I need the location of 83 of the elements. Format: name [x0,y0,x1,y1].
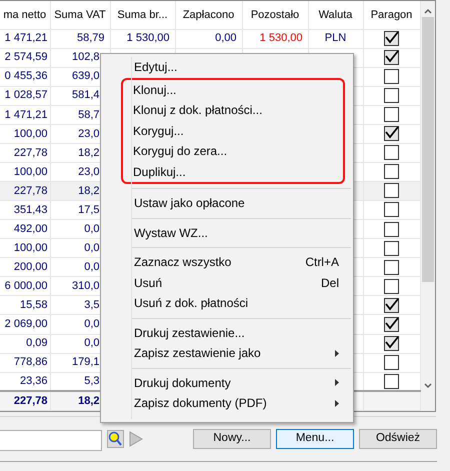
checkbox[interactable] [384,336,399,351]
menu-item-label: Koryguj... [133,122,184,140]
menu-item-label: Usuń [134,274,162,292]
checkbox[interactable] [384,183,399,198]
search-field[interactable] [0,430,102,451]
total-cell: 227,78 [0,391,50,410]
checkbox[interactable] [384,107,399,122]
table-cell: 100,00 [0,124,50,144]
checkbox[interactable] [384,202,399,218]
table-cell: 100,00 [0,238,50,258]
scrollbar[interactable] [420,1,434,411]
table-cell: 1 471,21 [0,105,50,124]
menu-item-label: Edytuj... [134,59,178,76]
menu-item[interactable]: Klonuj... [123,80,343,100]
button[interactable]: Odśwież [359,429,437,449]
table-cell: 351,43 [0,200,50,220]
checkbox[interactable] [384,50,399,65]
menu-item[interactable]: Koryguj... [123,120,343,141]
button[interactable]: Menu... [276,429,354,449]
checkbox[interactable] [384,240,399,256]
shortcut-label: Del [320,274,339,292]
menu-item-label: Klonuj... [133,82,176,99]
table-cell: 0,09 [0,334,50,354]
table-cell: 1 471,21 [0,29,50,48]
checkbox[interactable] [384,316,399,332]
table-cell: 227,78 [0,182,50,201]
search-icon[interactable] [107,430,124,448]
table-cell: 227,78 [0,143,50,162]
checkbox[interactable] [384,164,399,180]
checkbox[interactable] [384,278,399,294]
checkbox[interactable] [384,374,399,389]
menu-item-label: Drukuj dokumenty [134,374,231,392]
menu-item-label: Zapisz zestawienie jako [134,345,261,362]
shortcut-label: Ctrl+A [305,254,339,272]
checkbox[interactable] [384,298,399,313]
menu-item-label: Koryguj do zera... [133,143,228,160]
submenu-arrow-icon [335,400,339,407]
checkbox[interactable] [384,30,399,46]
column-header[interactable]: Suma br... [110,1,175,29]
scroll-up-icon[interactable] [424,8,432,14]
column-header[interactable]: Paragon [363,1,420,29]
menu-item[interactable]: Klonuj z dok. płatności... [123,100,343,120]
table-cell: 0 455,36 [0,67,50,86]
checkbox[interactable] [384,126,399,142]
table-cell: 778,86 [0,353,50,372]
table-cell: 492,00 [0,220,50,239]
checkbox[interactable] [384,260,399,275]
checkbox[interactable] [384,222,399,236]
menu-item[interactable]: Duplikuj... [123,162,343,182]
menu-item-label: Ustaw jako opłacone [134,195,245,212]
column-header[interactable]: Zapłacono [175,1,242,29]
checkbox[interactable] [384,145,399,160]
table-cell: 15,58 [0,296,50,315]
table-cell: 1 028,57 [0,86,50,106]
menu-item-label: Drukuj zestawienie... [134,324,245,342]
menu-item[interactable]: Koryguj do zera... [123,141,343,162]
table-cell: 0,00 [175,29,242,48]
table-cell: 6 000,00 [0,276,50,296]
submenu-arrow-icon [335,350,339,357]
column-header[interactable]: Pozostało [242,1,308,29]
table-cell: 2 574,59 [0,48,50,68]
column-header[interactable]: Waluta [308,1,363,29]
menu-item-label: Wystaw WZ... [134,224,208,242]
menu-item-label: Klonuj z dok. płatności... [133,102,262,120]
column-header[interactable]: Suma VAT [50,1,110,29]
table-cell: 58,79 [50,29,110,48]
table-cell: PLN [308,29,363,48]
table-cell: 1 530,00 [110,29,175,48]
table-cell: 1 530,00 [242,29,308,48]
submenu-arrow-icon [335,379,339,386]
checkbox[interactable] [384,88,399,104]
table-cell: 2 069,00 [0,314,50,334]
checkbox[interactable] [384,69,399,84]
table-cell: 200,00 [0,258,50,277]
button[interactable]: Nowy... [193,429,271,449]
scrollbar-thumb[interactable] [422,17,434,282]
checkbox[interactable] [384,354,399,370]
scroll-down-icon[interactable] [424,383,432,389]
menu-item-label: Zaznacz wszystko [134,254,232,272]
menu-item-label: Duplikuj... [133,164,186,181]
menu-item-label: Zapisz dokumenty (PDF) [134,395,267,412]
column-header[interactable]: ma netto [0,1,50,29]
menu-item-label: Usuń z dok. płatności [134,295,248,312]
